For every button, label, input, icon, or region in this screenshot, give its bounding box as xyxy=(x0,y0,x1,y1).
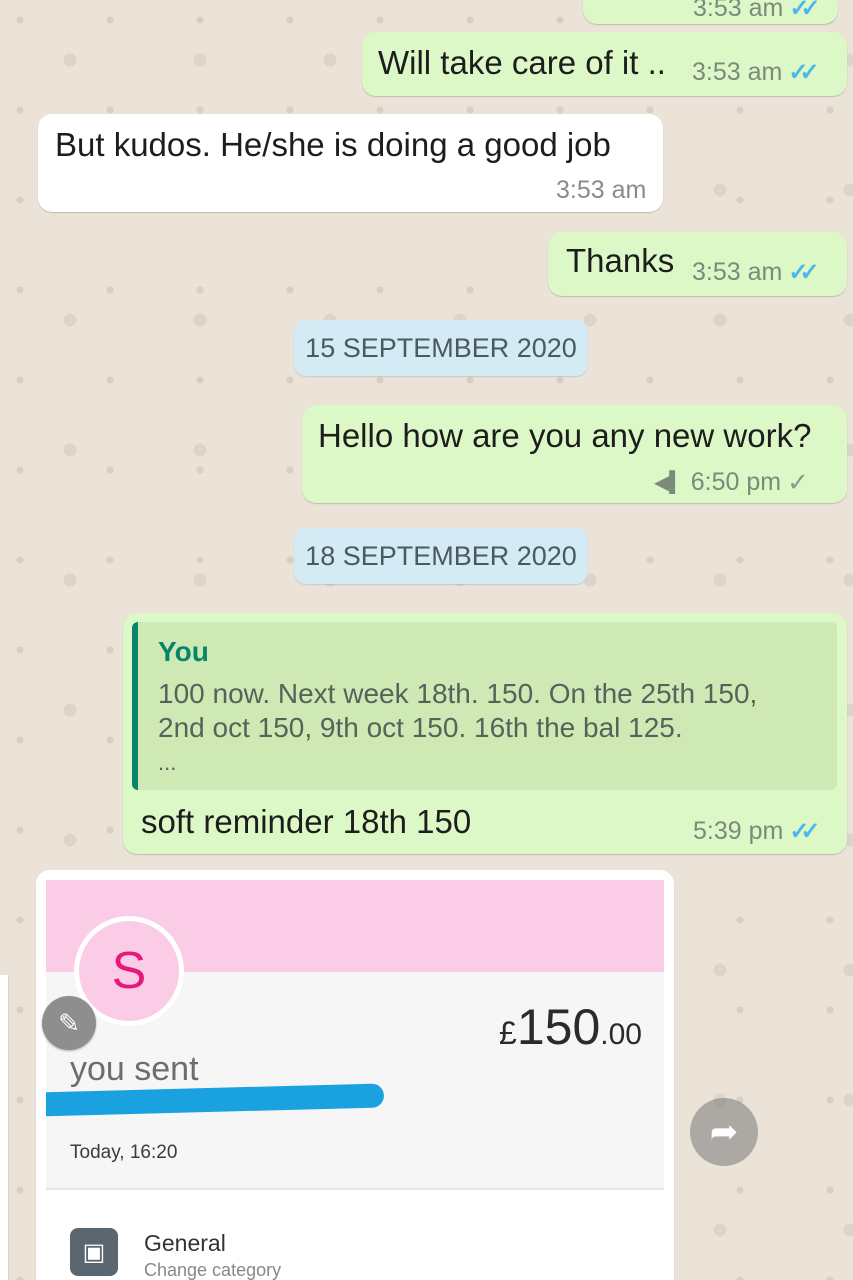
message-meta: 3:53 am ✓✓ xyxy=(692,58,820,87)
date-separator: 18 SEPTEMBER 2020 xyxy=(294,528,588,584)
read-ticks-icon: ✓✓ xyxy=(788,259,819,286)
message-text: Hello how are you any new work? xyxy=(318,417,812,454)
quoted-text-line: 100 now. Next week 18th. 150. On the 25t… xyxy=(158,678,758,709)
message-bubble-reply[interactable]: You 100 now. Next week 18th. 150. On the… xyxy=(123,613,847,854)
payment-date: Today, 16:20 xyxy=(70,1142,178,1163)
date-separator: 15 SEPTEMBER 2020 xyxy=(294,320,588,376)
message-text: soft reminder 18th 150 xyxy=(141,803,472,840)
message-bubble-outgoing[interactable]: Will take care of it .. 3:53 am ✓✓ xyxy=(362,32,847,96)
message-bubble-incoming[interactable]: But kudos. He/she is doing a good job 3:… xyxy=(38,114,663,212)
message-time: 3:53 am xyxy=(556,176,647,204)
read-ticks-icon: ✓✓ xyxy=(789,0,820,22)
message-meta: 3:53 am ✓✓ xyxy=(692,258,820,287)
card-lower-section xyxy=(46,1190,664,1280)
message-meta: 3:53 am ✓✓ xyxy=(693,0,821,23)
message-time: 3:53 am xyxy=(693,0,784,22)
message-bubble-partial[interactable]: 3:53 am ✓✓ xyxy=(583,0,838,24)
message-bubble-outgoing[interactable]: Thanks 3:53 am ✓✓ xyxy=(548,232,847,296)
payment-screenshot-card[interactable]: S £150.00 you sent Today, 16:20 ▣ Genera… xyxy=(46,880,664,1280)
quoted-message[interactable]: You 100 now. Next week 18th. 150. On the… xyxy=(132,622,837,790)
message-time: 3:53 am xyxy=(692,58,783,86)
message-meta: 5:39 pm ✓✓ xyxy=(693,817,821,846)
change-category-link[interactable]: Change category xyxy=(144,1260,281,1280)
category-title: General xyxy=(144,1230,226,1256)
amount-main: 150 xyxy=(516,999,601,1055)
message-meta: 3:53 am xyxy=(556,176,646,205)
read-ticks-icon: ✓✓ xyxy=(789,818,820,845)
amount-decimals: .00 xyxy=(600,1018,642,1051)
sent-tick-icon: ✓ xyxy=(787,467,809,497)
category-icon: ▣ xyxy=(70,1228,118,1276)
broadcast-icon: ◀▍ xyxy=(654,472,685,494)
quoted-author: You xyxy=(158,636,209,667)
message-time: 5:39 pm xyxy=(693,817,784,845)
currency-symbol: £ xyxy=(499,1015,517,1051)
message-meta: ◀▍ 6:50 pm ✓ xyxy=(654,467,809,498)
payment-amount: £150.00 xyxy=(499,998,642,1056)
quoted-ellipsis: ... xyxy=(158,750,177,775)
message-bubble-outgoing[interactable]: Hello how are you any new work? ◀▍ 6:50 … xyxy=(302,405,847,503)
sent-label: you sent xyxy=(70,1050,199,1088)
message-text: Will take care of it .. xyxy=(378,44,666,81)
message-time: 3:53 am xyxy=(692,258,783,286)
side-panel-edge xyxy=(0,975,9,1280)
message-text: Thanks xyxy=(566,242,675,279)
read-ticks-icon: ✓✓ xyxy=(788,59,819,86)
forward-icon[interactable]: ➦ xyxy=(690,1098,758,1166)
message-time: 6:50 pm xyxy=(690,468,782,496)
quoted-text-line: 2nd oct 150, 9th oct 150. 16th the bal 1… xyxy=(158,712,683,743)
message-text: But kudos. He/she is doing a good job xyxy=(55,126,611,163)
edit-icon[interactable]: ✎ xyxy=(42,996,96,1050)
